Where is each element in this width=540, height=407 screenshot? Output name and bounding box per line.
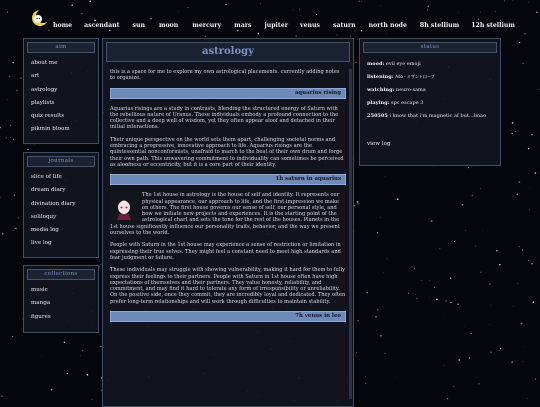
- collection-link-figures[interactable]: figures: [31, 314, 98, 327]
- aim-link-quiz-results[interactable]: quiz results: [31, 113, 98, 126]
- watching-label: watching:: [367, 87, 394, 93]
- page-title: astrology: [106, 42, 350, 62]
- status-mood: mood: evil eye emoji: [367, 61, 493, 67]
- collection-link-music[interactable]: music: [31, 287, 98, 300]
- aim-panel: aim about me art astrology playlists qui…: [23, 38, 99, 144]
- first-house-text: The 1st house in astrology is the house …: [110, 192, 340, 236]
- journals-panel-title: journals: [27, 156, 95, 167]
- saturn-first-house-paragraph-2: These individuals may struggle with show…: [110, 267, 346, 305]
- journals-list: slice of life dream diary divination dia…: [24, 167, 98, 254]
- status-listening: listening: Ado - ミザントロープ: [367, 74, 493, 80]
- nav-mars[interactable]: mars: [234, 22, 251, 29]
- status-content: mood: evil eye emoji listening: Ado - ミザ…: [360, 53, 500, 147]
- collections-panel: collections music manga figures: [23, 265, 99, 333]
- status-watching: watching: neuro-sama: [367, 87, 493, 93]
- playing-label: playing:: [367, 100, 389, 106]
- content-scrollbar[interactable]: [349, 69, 352, 399]
- intro-text: this is a space for me to explore my own…: [110, 69, 346, 82]
- nav-venus[interactable]: venus: [300, 22, 320, 29]
- section-bar-aquarius-rising: aquarius rising: [110, 88, 346, 99]
- nav-sun[interactable]: sun: [133, 22, 145, 29]
- journal-link-divination-diary[interactable]: divination diary: [31, 201, 98, 214]
- nav-home[interactable]: home: [53, 22, 72, 29]
- collection-link-manga[interactable]: manga: [31, 300, 98, 313]
- journals-panel: journals slice of life dream diary divin…: [23, 152, 99, 258]
- listening-label: listening:: [367, 74, 394, 80]
- nav-links: home ascendant sun moon mercury mars jup…: [53, 22, 515, 29]
- status-playing: playing: spc escape 3: [367, 100, 493, 106]
- collections-list: music manga figures: [24, 280, 98, 327]
- log-date: 250505: [367, 113, 388, 119]
- journal-link-live-log[interactable]: live log: [31, 240, 98, 253]
- mood-label: mood:: [367, 61, 384, 67]
- nav-jupiter[interactable]: jupiter: [264, 22, 287, 29]
- astrology-content: this is a space for me to explore my own…: [103, 62, 353, 322]
- nav-north-node[interactable]: north node: [369, 22, 407, 29]
- aim-link-astrology[interactable]: astrology: [31, 87, 98, 100]
- playing-value: spc escape 3: [391, 100, 423, 106]
- aim-link-pikmin-bloom[interactable]: pikmin bloom: [31, 126, 98, 139]
- aim-link-art[interactable]: art: [31, 73, 98, 86]
- aquarius-rising-paragraph-1: Aquarius risings are a study in contrast…: [110, 106, 346, 131]
- journal-link-soliloquy[interactable]: soliloquy: [31, 214, 98, 227]
- astrology-main-panel: astrology this is a space for me to expl…: [102, 38, 354, 407]
- nav-saturn[interactable]: saturn: [333, 22, 356, 29]
- anime-girl-avatar-icon: [110, 192, 138, 220]
- nav-moon[interactable]: moon: [159, 22, 178, 29]
- aim-list: about me art astrology playlists quiz re…: [24, 53, 98, 140]
- first-house-paragraph: The 1st house in astrology is the house …: [110, 192, 346, 236]
- status-panel: status mood: evil eye emoji listening: A…: [359, 38, 501, 166]
- section-bar-saturn-in-aquarius: 1h saturn in aquarius: [110, 174, 346, 185]
- journal-link-media-log[interactable]: media log: [31, 227, 98, 240]
- journal-link-dream-diary[interactable]: dream diary: [31, 187, 98, 200]
- aim-panel-title: aim: [27, 42, 95, 53]
- top-navigation: home ascendant sun moon mercury mars jup…: [0, 0, 540, 36]
- log-text: i know that i'm magnetic af but...lmao: [389, 113, 485, 119]
- aquarius-rising-paragraph-2: Their unique perspective on the world se…: [110, 137, 346, 168]
- nav-12h-stellium[interactable]: 12h stellium: [471, 22, 515, 29]
- journal-link-slice-of-life[interactable]: slice of life: [31, 174, 98, 187]
- aim-link-playlists[interactable]: playlists: [31, 100, 98, 113]
- section-bar-venus-in-leo: 7h venus in leo: [110, 311, 346, 322]
- aim-link-about-me[interactable]: about me: [31, 60, 98, 73]
- watching-value: neuro-sama: [396, 87, 426, 93]
- nav-8h-stellium[interactable]: 8h stellium: [420, 22, 459, 29]
- status-latest-log: 250505 i know that i'm magnetic af but..…: [367, 113, 493, 119]
- moon-face-logo-icon[interactable]: [30, 8, 50, 28]
- saturn-first-house-paragraph-1: People with Saturn in the 1st house may …: [110, 242, 346, 261]
- mood-value: evil eye emoji: [386, 61, 421, 67]
- collections-panel-title: collections: [27, 269, 95, 280]
- listening-value: Ado - ミザントロープ: [395, 74, 434, 79]
- nav-ascendant[interactable]: ascendant: [84, 22, 119, 29]
- view-log-link[interactable]: view log: [367, 141, 493, 147]
- nav-mercury[interactable]: mercury: [192, 22, 221, 29]
- status-panel-title: status: [363, 42, 497, 53]
